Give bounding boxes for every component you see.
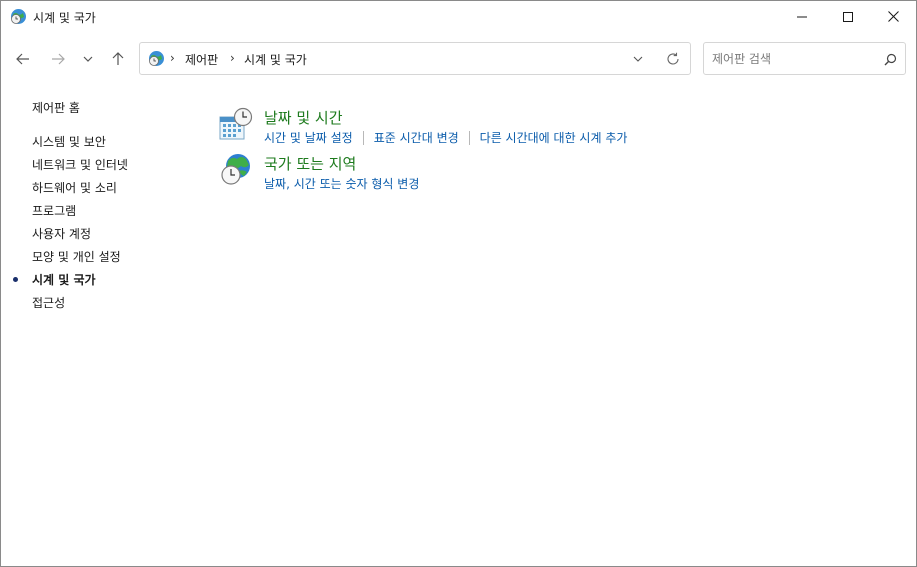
link-add-clocks[interactable]: 다른 시간대에 대한 시계 추가 — [480, 129, 628, 146]
category-links-region: 날짜, 시간 또는 숫자 형식 변경 — [264, 175, 419, 192]
current-item-bullet — [13, 277, 18, 282]
address-dropdown-button[interactable] — [630, 51, 646, 67]
left-nav-user-accounts[interactable]: 사용자 계정 — [32, 225, 91, 242]
clock-globe-icon — [149, 51, 164, 66]
address-bar[interactable]: › 제어판 › 시계 및 국가 — [139, 42, 691, 75]
arrow-right-icon — [52, 53, 65, 65]
recent-locations-button[interactable] — [75, 46, 101, 72]
arrow-up-icon — [112, 52, 124, 65]
link-set-time-date[interactable]: 시간 및 날짜 설정 — [264, 129, 353, 146]
globe-clock-icon — [221, 154, 250, 185]
left-nav-network-internet[interactable]: 네트워크 및 인터넷 — [32, 156, 128, 173]
link-change-formats[interactable]: 날짜, 시간 또는 숫자 형식 변경 — [264, 175, 419, 192]
breadcrumb-control-panel[interactable]: 제어판 — [185, 51, 218, 68]
chevron-down-icon — [83, 56, 93, 62]
left-nav-programs[interactable]: 프로그램 — [32, 202, 76, 219]
left-nav-clock-region[interactable]: 시계 및 국가 — [32, 271, 96, 288]
title-bar: 시계 및 국가 — [1, 1, 916, 32]
control-panel-home-link[interactable]: 제어판 홈 — [32, 99, 80, 116]
minimize-button[interactable] — [779, 1, 825, 32]
calendar-clock-icon — [219, 107, 253, 140]
chevron-down-icon — [633, 56, 643, 62]
search-box[interactable] — [703, 42, 906, 75]
minimize-icon — [797, 16, 807, 17]
up-button[interactable] — [105, 46, 131, 72]
arrow-left-icon — [16, 53, 29, 65]
search-input[interactable] — [712, 49, 872, 69]
refresh-button[interactable] — [664, 50, 682, 68]
breadcrumb-clock-region[interactable]: 시계 및 국가 — [244, 51, 307, 68]
breadcrumb-separator: › — [230, 51, 235, 65]
refresh-icon — [667, 52, 679, 65]
close-icon — [887, 11, 899, 22]
category-title-date-time[interactable]: 날짜 및 시간 — [264, 107, 343, 128]
left-nav-hardware-sound[interactable]: 하드웨어 및 소리 — [32, 179, 117, 196]
category-title-region[interactable]: 국가 또는 지역 — [264, 153, 356, 174]
left-nav-system-security[interactable]: 시스템 및 보안 — [32, 133, 106, 150]
close-button[interactable] — [870, 1, 916, 32]
breadcrumb-separator: › — [170, 51, 175, 65]
link-change-time-zone[interactable]: 표준 시간대 변경 — [374, 129, 459, 146]
maximize-icon — [843, 11, 853, 22]
navigation-bar: › 제어판 › 시계 및 국가 — [1, 32, 916, 86]
link-divider — [468, 130, 470, 145]
left-navigation-pane: 제어판 홈 시스템 및 보안 네트워크 및 인터넷 하드웨어 및 소리 프로그램… — [1, 86, 201, 556]
maximize-button[interactable] — [825, 1, 871, 32]
window-title: 시계 및 국가 — [33, 11, 96, 25]
clock-globe-icon — [11, 9, 26, 24]
category-links-date-time: 시간 및 날짜 설정 표준 시간대 변경 다른 시간대에 대한 시계 추가 — [264, 129, 627, 146]
back-button[interactable] — [10, 46, 36, 72]
control-panel-window: 시계 및 국가 › 제어판 › 시계 및 국가 제어판 검색 제어판 홈 시스템… — [0, 0, 917, 567]
left-nav-accessibility[interactable]: 접근성 — [32, 294, 65, 311]
left-nav-appearance[interactable]: 모양 및 개인 설정 — [32, 248, 121, 265]
forward-button[interactable] — [45, 46, 71, 72]
link-divider — [362, 130, 364, 145]
search-icon[interactable] — [882, 51, 898, 67]
